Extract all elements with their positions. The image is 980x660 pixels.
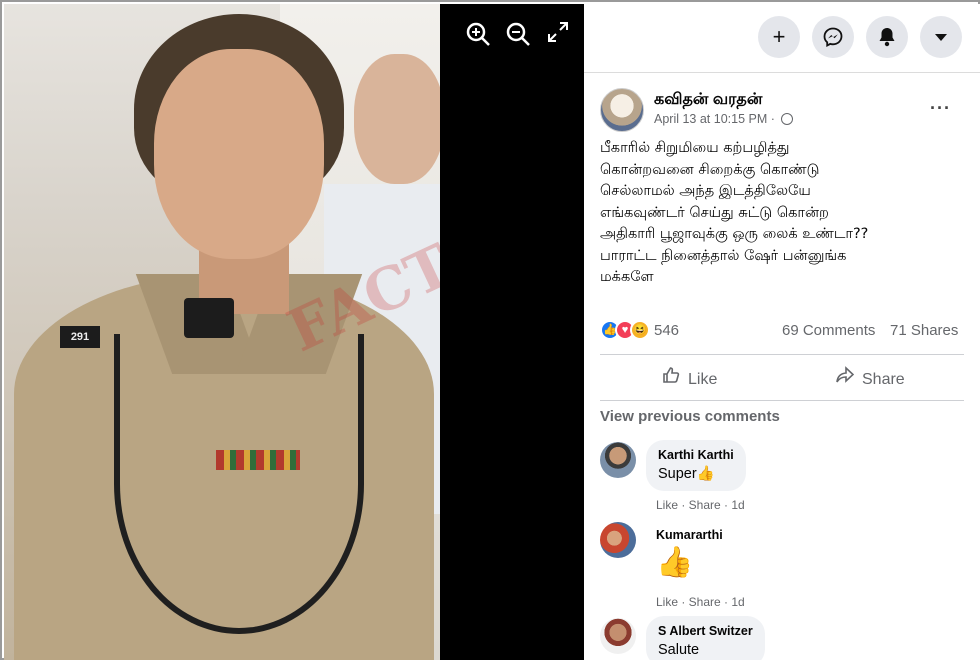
plus-icon: + (772, 24, 786, 49)
comment-text: 👍 (656, 546, 694, 579)
messenger-button[interactable] (812, 16, 854, 58)
photo-background-person (354, 54, 440, 184)
post-photo[interactable]: 291 FACT (4, 4, 440, 660)
post-text: பீகாரில் சிறுமியை கற்பழித்து கொன்றவனை சி… (600, 140, 869, 285)
comment-bubble: Kumararthi 👍 (646, 520, 735, 589)
post-author-name[interactable]: கவிதன் வரதன் (654, 90, 762, 110)
view-previous-comments-link[interactable]: View previous comments (600, 408, 780, 425)
photo-collar-badge (184, 298, 234, 338)
comments-count[interactable]: 69 Comments (782, 322, 875, 339)
share-button[interactable]: Share (834, 362, 905, 394)
photo-medal-ribbon (216, 450, 300, 470)
create-button[interactable]: + (758, 16, 800, 58)
share-icon (834, 362, 856, 394)
comment-author[interactable]: Kumararthi (656, 527, 723, 544)
post-timestamp-text: April 13 at 10:15 PM · (654, 112, 775, 126)
zoom-in-icon[interactable] (462, 20, 494, 52)
messenger-icon (823, 27, 843, 47)
bell-icon (879, 28, 895, 47)
avatar[interactable] (600, 618, 636, 654)
comment-bubble: Karthi Karthi Super👍 (646, 440, 746, 491)
share-label: Share (862, 371, 905, 388)
photo-viewer-strip (440, 4, 584, 660)
divider (584, 72, 980, 73)
photo-lanyard (114, 334, 364, 634)
comment-text: Salute (658, 642, 700, 658)
post-panel: + கவிதன் வரதன் April 13 at 10:15 PM · ··… (584, 4, 980, 660)
fullscreen-icon[interactable] (542, 20, 574, 52)
chevron-down-icon (935, 34, 947, 41)
photo-face (154, 49, 324, 259)
notifications-button[interactable] (866, 16, 908, 58)
globe-icon (781, 113, 794, 125)
comment-author[interactable]: Karthi Karthi (658, 447, 734, 464)
account-menu-button[interactable] (920, 16, 962, 58)
avatar[interactable] (600, 522, 636, 558)
comment-text: Super👍 (658, 466, 715, 482)
like-label: Like (688, 371, 718, 388)
haha-reaction-icon: 😆 (630, 320, 650, 340)
thumbs-up-icon (660, 362, 682, 394)
post-timestamp[interactable]: April 13 at 10:15 PM · (654, 112, 794, 126)
divider (600, 354, 964, 355)
comment-author[interactable]: S Albert Switzer (658, 623, 753, 640)
comment-actions[interactable]: Like · Share · 1d (656, 498, 745, 512)
author-avatar[interactable] (600, 88, 644, 132)
divider (600, 400, 964, 401)
reaction-count[interactable]: 546 (654, 322, 679, 339)
avatar[interactable] (600, 442, 636, 478)
window-frame: 291 FACT + கவிதன் வரதன் April 13 at 10:1… (0, 0, 980, 660)
comment-actions[interactable]: Like · Share · 1d (656, 595, 745, 609)
photo-shoulder-number: 291 (60, 326, 100, 348)
comment-bubble: S Albert Switzer Salute (646, 616, 765, 660)
shares-count[interactable]: 71 Shares (890, 322, 958, 339)
more-options-button[interactable]: ··· (930, 98, 951, 119)
top-bar: + (584, 4, 980, 68)
zoom-out-icon[interactable] (502, 20, 534, 52)
like-button[interactable]: Like (660, 362, 717, 394)
